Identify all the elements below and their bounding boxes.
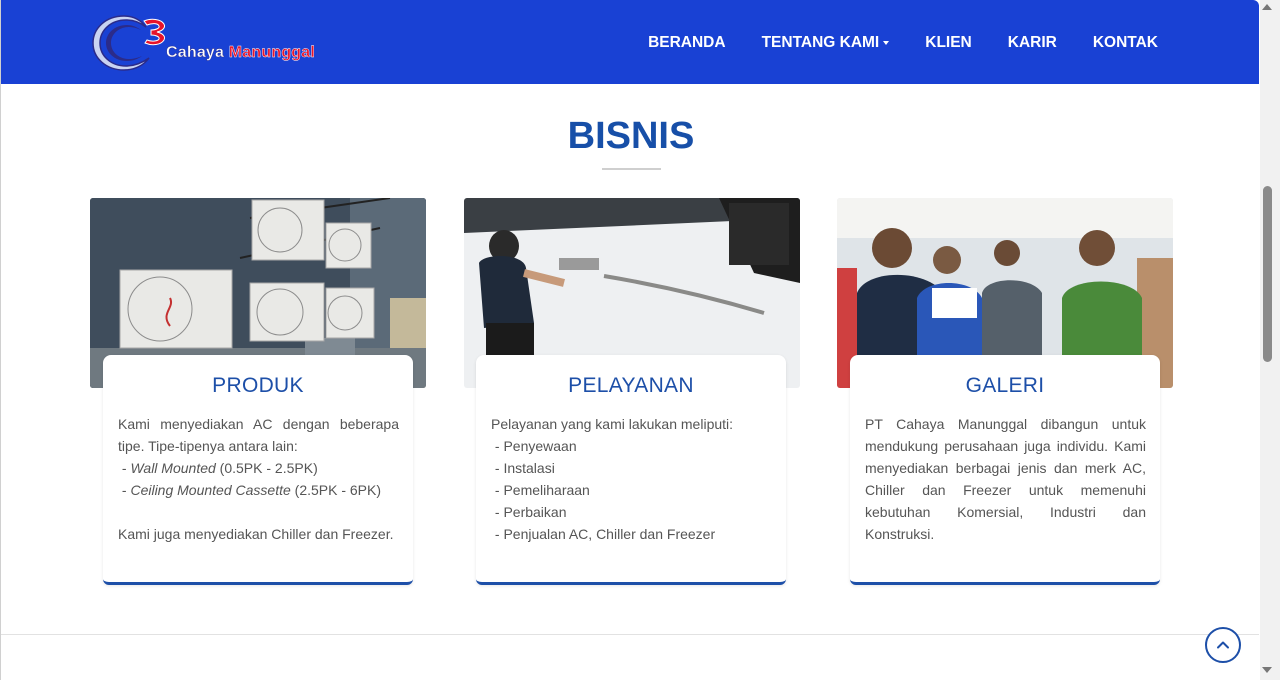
list-item-text: Pemeliharaan bbox=[503, 482, 590, 498]
card-produk-body: Kami menyediakan AC dengan beberapa tipe… bbox=[118, 413, 399, 545]
list-item-text: Penyewaan bbox=[503, 438, 577, 454]
list-item: - Wall Mounted (0.5PK - 2.5PK) bbox=[118, 460, 318, 476]
scroll-up-arrow-icon[interactable] bbox=[1262, 4, 1272, 10]
nav-tentang-kami[interactable]: TENTANG KAMI bbox=[762, 34, 890, 52]
card-galeri-body: PT Cahaya Manunggal dibangun untuk mendu… bbox=[865, 413, 1146, 545]
brand-name-part2: Manunggal bbox=[228, 44, 316, 61]
list-item-text: Perbaikan bbox=[503, 504, 567, 520]
nav-karir[interactable]: KARIR bbox=[1008, 34, 1057, 52]
card-galeri-text: PT Cahaya Manunggal dibangun untuk mendu… bbox=[865, 416, 1146, 542]
list-item: - Ceiling Mounted Cassette (2.5PK - 6PK) bbox=[118, 482, 382, 498]
list-item: - Penjualan AC, Chiller dan Freezer bbox=[491, 526, 716, 542]
title-divider bbox=[602, 168, 661, 170]
list-item-italic: Ceiling Mounted Cassette bbox=[130, 482, 291, 498]
card-produk-outro: Kami juga menyediakan Chiller dan Freeze… bbox=[118, 526, 394, 542]
list-item: - Instalasi bbox=[491, 460, 555, 476]
back-to-top-button[interactable] bbox=[1205, 627, 1241, 663]
nav-kontak[interactable]: KONTAK bbox=[1093, 34, 1158, 52]
card-pelayanan-body: Pelayanan yang kami lakukan meliputi: - … bbox=[491, 413, 772, 545]
nav-karir-label: KARIR bbox=[1007, 34, 1057, 51]
card-galeri: GALERI PT Cahaya Manunggal dibangun untu… bbox=[850, 355, 1160, 585]
nav-beranda[interactable]: BERANDA bbox=[648, 34, 726, 52]
crescent-logo-icon bbox=[92, 15, 165, 71]
list-item-rest: (0.5PK - 2.5PK) bbox=[215, 460, 318, 476]
list-item: - Perbaikan bbox=[491, 504, 567, 520]
list-item: - Pemeliharaan bbox=[491, 482, 590, 498]
card-produk: PRODUK Kami menyediakan AC dengan bebera… bbox=[103, 355, 413, 585]
card-produk-intro: Kami menyediakan AC dengan beberapa tipe… bbox=[118, 416, 399, 454]
scroll-down-arrow-icon[interactable] bbox=[1262, 667, 1272, 673]
brand-name: Cahaya Manunggal bbox=[166, 44, 315, 62]
list-item: - Penyewaan bbox=[491, 438, 577, 454]
section-title: BISNIS bbox=[567, 115, 695, 157]
brand-logo[interactable]: Cahaya Manunggal bbox=[91, 12, 321, 74]
card-pelayanan-title: PELAYANAN bbox=[568, 374, 694, 397]
card-galeri-title: GALERI bbox=[965, 374, 1045, 397]
card-pelayanan: PELAYANAN Pelayanan yang kami lakukan me… bbox=[476, 355, 786, 585]
nav-klien-label: KLIEN bbox=[925, 34, 972, 51]
nav-beranda-label: BERANDA bbox=[648, 34, 726, 51]
nav-klien[interactable]: KLIEN bbox=[925, 34, 972, 52]
section-divider bbox=[1, 634, 1259, 635]
chevron-up-icon bbox=[1217, 641, 1229, 649]
list-item-text: Penjualan AC, Chiller dan Freezer bbox=[503, 526, 716, 542]
card-pelayanan-intro: Pelayanan yang kami lakukan meliputi: bbox=[491, 416, 734, 432]
main-nav: BERANDA TENTANG KAMI KLIEN KARIR KONTAK bbox=[612, 34, 1158, 52]
caret-down-icon bbox=[883, 41, 890, 45]
nav-kontak-label: KONTAK bbox=[1092, 34, 1158, 51]
page: Cahaya Manunggal BERANDA TENTANG KAMI KL… bbox=[0, 0, 1260, 680]
nav-tentang-kami-label: TENTANG KAMI bbox=[761, 34, 880, 51]
brand-name-part1: Cahaya bbox=[166, 44, 225, 61]
navbar: Cahaya Manunggal BERANDA TENTANG KAMI KL… bbox=[1, 0, 1259, 84]
card-produk-title: PRODUK bbox=[212, 374, 304, 397]
list-item-text: Instalasi bbox=[503, 460, 555, 476]
scrollbar-thumb[interactable] bbox=[1263, 186, 1272, 362]
list-item-rest: (2.5PK - 6PK) bbox=[290, 482, 382, 498]
list-item-italic: Wall Mounted bbox=[130, 460, 216, 476]
